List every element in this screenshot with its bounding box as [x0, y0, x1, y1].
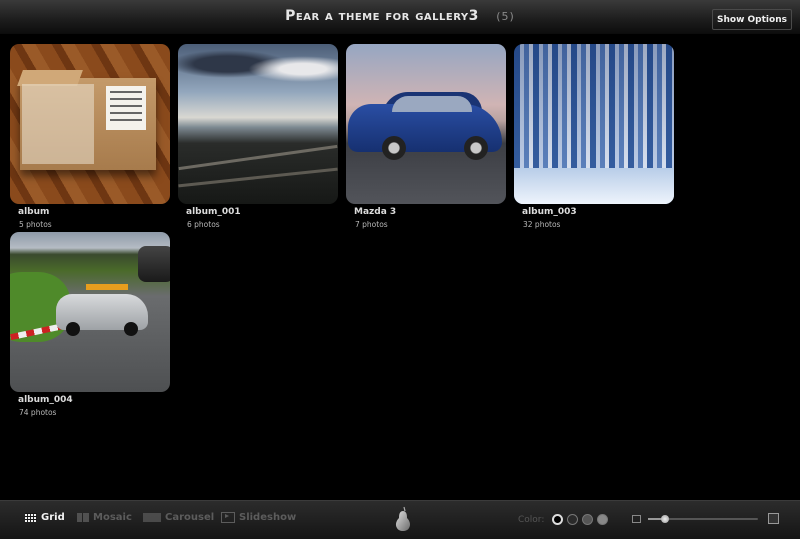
- album-title[interactable]: album_004: [18, 395, 73, 405]
- album-title[interactable]: Mazda 3: [354, 207, 396, 217]
- album-thumbnail[interactable]: [346, 44, 506, 204]
- album-grid: album 5 photos album_001 6 photos Mazda …: [10, 44, 800, 494]
- box-wrap: [22, 84, 94, 164]
- pear-icon: [395, 506, 411, 531]
- zoom-slider[interactable]: [648, 515, 758, 523]
- album-thumbnail[interactable]: [514, 44, 674, 204]
- view-mosaic-button[interactable]: Mosaic: [77, 512, 132, 523]
- zoom-out-icon[interactable]: [632, 515, 641, 523]
- cloud: [248, 56, 338, 82]
- page-title: Pear a theme for gallery3 (5): [0, 8, 800, 24]
- grid-icon: [25, 513, 37, 522]
- zoom-slider-thumb[interactable]: [660, 515, 669, 523]
- wheel: [382, 136, 406, 160]
- album-title[interactable]: album_003: [522, 207, 577, 217]
- box-label: [106, 86, 146, 130]
- album-thumbnail[interactable]: [10, 44, 170, 204]
- wheel: [464, 136, 488, 160]
- slideshow-icon: [221, 512, 235, 523]
- album-photo-count: 5 photos: [19, 220, 52, 229]
- album-tile[interactable]: album_001 6 photos: [178, 44, 338, 229]
- view-slideshow-button[interactable]: Slideshow: [221, 512, 296, 523]
- album-tile[interactable]: Mazda 3 7 photos: [346, 44, 506, 229]
- view-label: Mosaic: [93, 512, 132, 523]
- color-swatch[interactable]: [582, 514, 593, 525]
- wheel: [66, 322, 80, 336]
- zoom-in-icon[interactable]: [768, 513, 779, 524]
- album-photo-count: 7 photos: [355, 220, 388, 229]
- car-icon: [138, 246, 170, 282]
- header-bar: Pear a theme for gallery3 (5) Show Optio…: [0, 0, 800, 35]
- color-swatch[interactable]: [552, 514, 563, 525]
- album-tile[interactable]: album 5 photos: [10, 44, 170, 229]
- show-options-button[interactable]: Show Options: [712, 9, 792, 30]
- color-label: Color:: [518, 515, 545, 525]
- car-window: [392, 96, 472, 112]
- balcony-rail: [178, 144, 338, 171]
- album-count: (5): [496, 10, 515, 23]
- view-label: Grid: [41, 512, 65, 523]
- view-carousel-button[interactable]: Carousel: [143, 512, 214, 523]
- snow-ground: [514, 168, 674, 204]
- album-tile[interactable]: album_004 74 photos: [10, 232, 170, 417]
- album-photo-count: 32 photos: [523, 220, 561, 229]
- color-swatch[interactable]: [567, 514, 578, 525]
- color-swatch[interactable]: [597, 514, 608, 525]
- gallery-title: Pear a theme for gallery3: [285, 8, 479, 24]
- wheel: [124, 322, 138, 336]
- view-label: Slideshow: [239, 512, 297, 523]
- album-title[interactable]: album_001: [186, 207, 241, 217]
- carousel-icon: [143, 513, 161, 522]
- album-photo-count: 74 photos: [19, 408, 57, 417]
- album-title[interactable]: album: [18, 207, 49, 217]
- balcony-rail: [178, 167, 338, 188]
- album-thumbnail[interactable]: [178, 44, 338, 204]
- album-tile[interactable]: album_003 32 photos: [514, 44, 674, 229]
- mosaic-icon: [77, 513, 89, 522]
- album-thumbnail[interactable]: [10, 232, 170, 392]
- light-bar: [86, 284, 128, 290]
- album-photo-count: 6 photos: [187, 220, 220, 229]
- view-grid-button[interactable]: Grid: [25, 512, 65, 523]
- view-label: Carousel: [165, 512, 215, 523]
